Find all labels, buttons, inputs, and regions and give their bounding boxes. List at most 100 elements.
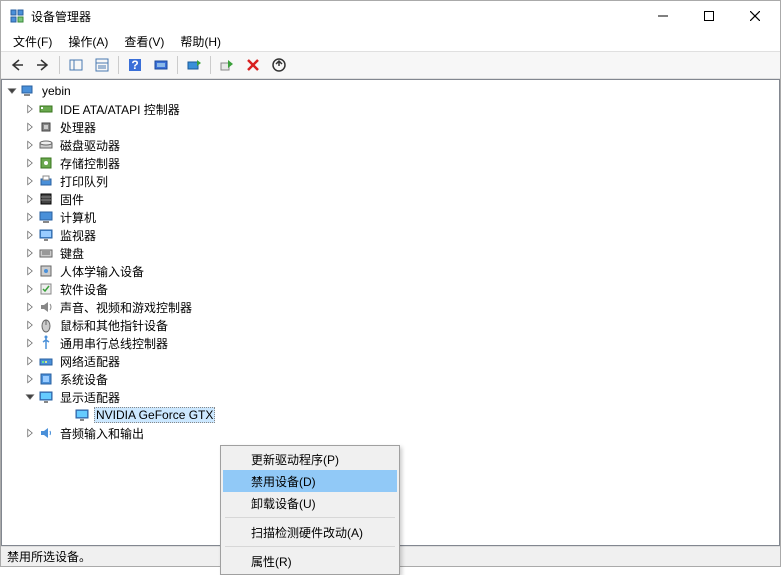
- tree-category-node[interactable]: 音频输入和输出: [2, 424, 779, 442]
- tree-category-label: 通用串行总线控制器: [58, 334, 170, 353]
- toolbar-separator: [177, 56, 178, 74]
- sound-icon: [38, 299, 54, 315]
- tree-category-node[interactable]: 监视器: [2, 226, 779, 244]
- tree-category-node[interactable]: 网络适配器: [2, 352, 779, 370]
- cpu-icon: [38, 119, 54, 135]
- show-hide-button[interactable]: [64, 54, 88, 76]
- computer-icon: [38, 209, 54, 225]
- maximize-button[interactable]: [686, 1, 732, 31]
- title-bar: 设备管理器: [1, 1, 780, 31]
- tree-category-label: 固件: [58, 190, 86, 209]
- context-properties[interactable]: 属性(R): [223, 550, 397, 572]
- menu-file[interactable]: 文件(F): [5, 31, 60, 52]
- context-scan-changes[interactable]: 扫描检测硬件改动(A): [223, 521, 397, 543]
- storage-icon: [38, 155, 54, 171]
- tree-twisty-collapsed[interactable]: [22, 263, 38, 279]
- svg-text:?: ?: [131, 58, 138, 72]
- enable-device-button[interactable]: [215, 54, 239, 76]
- context-separator: [225, 517, 395, 518]
- tree-category-node[interactable]: 打印队列: [2, 172, 779, 190]
- tree-twisty-collapsed[interactable]: [22, 227, 38, 243]
- tree-root-node[interactable]: yebin: [2, 82, 779, 100]
- tree-twisty-collapsed[interactable]: [22, 371, 38, 387]
- tree-category-node[interactable]: 鼠标和其他指针设备: [2, 316, 779, 334]
- tree-twisty-collapsed[interactable]: [22, 119, 38, 135]
- disk-icon: [38, 137, 54, 153]
- tree-category-node[interactable]: 计算机: [2, 208, 779, 226]
- back-button[interactable]: [5, 54, 29, 76]
- audio-icon: [38, 425, 54, 441]
- toolbar-separator: [210, 56, 211, 74]
- tree-twisty-collapsed[interactable]: [22, 209, 38, 225]
- tree-device-label: NVIDIA GeForce GTX: [94, 407, 215, 423]
- uninstall-button[interactable]: [267, 54, 291, 76]
- tree-category-node[interactable]: 键盘: [2, 244, 779, 262]
- hid-icon: [38, 263, 54, 279]
- tree-twisty-collapsed[interactable]: [22, 353, 38, 369]
- tree-twisty-expanded[interactable]: [4, 83, 20, 99]
- ide-icon: [38, 101, 54, 117]
- tree-category-label: 键盘: [58, 244, 86, 263]
- menu-bar: 文件(F) 操作(A) 查看(V) 帮助(H): [1, 31, 780, 51]
- tree-category-node[interactable]: 通用串行总线控制器: [2, 334, 779, 352]
- tree-twisty-collapsed[interactable]: [22, 137, 38, 153]
- context-update-driver[interactable]: 更新驱动程序(P): [223, 448, 397, 470]
- update-driver-button[interactable]: [182, 54, 206, 76]
- properties-button[interactable]: [90, 54, 114, 76]
- disable-device-button[interactable]: [241, 54, 265, 76]
- status-text: 禁用所选设备。: [7, 548, 91, 565]
- tree-category-node[interactable]: 系统设备: [2, 370, 779, 388]
- tree-twisty-collapsed[interactable]: [22, 101, 38, 117]
- toolbar: ?: [1, 51, 780, 79]
- tree-twisty-collapsed[interactable]: [22, 425, 38, 441]
- toolbar-separator: [118, 56, 119, 74]
- menu-help[interactable]: 帮助(H): [172, 31, 229, 52]
- tree-twisty-collapsed[interactable]: [22, 173, 38, 189]
- tree-twisty-collapsed[interactable]: [22, 299, 38, 315]
- tree-twisty-expanded[interactable]: [22, 389, 38, 405]
- tree-twisty-none: [58, 407, 74, 423]
- tree-category-node[interactable]: 软件设备: [2, 280, 779, 298]
- tree-category-label: 鼠标和其他指针设备: [58, 316, 170, 335]
- tree-category-label: 软件设备: [58, 280, 110, 299]
- display-icon: [74, 407, 90, 423]
- window-title: 设备管理器: [31, 8, 640, 25]
- printer-icon: [38, 173, 54, 189]
- tree-twisty-collapsed[interactable]: [22, 317, 38, 333]
- mouse-icon: [38, 317, 54, 333]
- menu-view[interactable]: 查看(V): [116, 31, 172, 52]
- network-icon: [38, 353, 54, 369]
- tree-category-label: 监视器: [58, 226, 98, 245]
- forward-button[interactable]: [31, 54, 55, 76]
- tree-category-label: IDE ATA/ATAPI 控制器: [58, 100, 182, 119]
- tree-category-node[interactable]: 磁盘驱动器: [2, 136, 779, 154]
- tree-category-node[interactable]: 存储控制器: [2, 154, 779, 172]
- tree-twisty-collapsed[interactable]: [22, 245, 38, 261]
- tree-category-node[interactable]: 固件: [2, 190, 779, 208]
- tree-category-node[interactable]: 声音、视频和游戏控制器: [2, 298, 779, 316]
- display-icon: [38, 389, 54, 405]
- tree-twisty-collapsed[interactable]: [22, 335, 38, 351]
- tree-category-node[interactable]: 显示适配器: [2, 388, 779, 406]
- menu-action[interactable]: 操作(A): [60, 31, 116, 52]
- help-button[interactable]: ?: [123, 54, 147, 76]
- app-icon: [9, 8, 25, 24]
- tree-twisty-collapsed[interactable]: [22, 281, 38, 297]
- tree-category-label: 处理器: [58, 118, 98, 137]
- tree-category-node[interactable]: IDE ATA/ATAPI 控制器: [2, 100, 779, 118]
- tree-root-label: yebin: [40, 83, 73, 99]
- toolbar-separator: [59, 56, 60, 74]
- tree-category-node[interactable]: 人体学输入设备: [2, 262, 779, 280]
- minimize-button[interactable]: [640, 1, 686, 31]
- tree-category-node[interactable]: 处理器: [2, 118, 779, 136]
- scan-button[interactable]: [149, 54, 173, 76]
- tree-device-node[interactable]: NVIDIA GeForce GTX: [2, 406, 779, 424]
- tree-category-label: 打印队列: [58, 172, 110, 191]
- tree-twisty-collapsed[interactable]: [22, 155, 38, 171]
- tree-twisty-collapsed[interactable]: [22, 191, 38, 207]
- tree-category-label: 系统设备: [58, 370, 110, 389]
- context-uninstall-device[interactable]: 卸载设备(U): [223, 492, 397, 514]
- system-icon: [38, 371, 54, 387]
- close-button[interactable]: [732, 1, 778, 31]
- context-disable-device[interactable]: 禁用设备(D): [223, 470, 397, 492]
